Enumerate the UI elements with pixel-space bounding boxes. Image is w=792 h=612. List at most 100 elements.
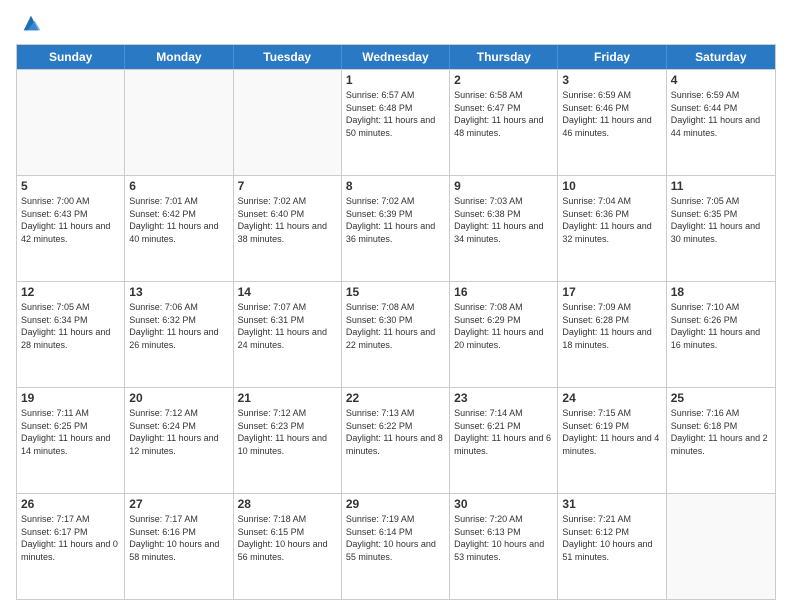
day-info: Sunrise: 7:07 AM Sunset: 6:31 PM Dayligh… <box>238 301 337 351</box>
day-number: 24 <box>562 391 661 405</box>
calendar-cell: 31 Sunrise: 7:21 AM Sunset: 6:12 PM Dayli… <box>558 494 666 599</box>
day-info: Sunrise: 7:00 AM Sunset: 6:43 PM Dayligh… <box>21 195 120 245</box>
day-info: Sunrise: 6:59 AM Sunset: 6:44 PM Dayligh… <box>671 89 771 139</box>
weekday-header: Sunday <box>17 45 125 69</box>
header <box>16 12 776 34</box>
calendar-cell: 16 Sunrise: 7:08 AM Sunset: 6:29 PM Dayli… <box>450 282 558 387</box>
day-number: 10 <box>562 179 661 193</box>
day-number: 26 <box>21 497 120 511</box>
calendar-cell: 26 Sunrise: 7:17 AM Sunset: 6:17 PM Dayli… <box>17 494 125 599</box>
calendar-header: SundayMondayTuesdayWednesdayThursdayFrid… <box>17 45 775 69</box>
calendar-cell <box>17 70 125 175</box>
day-number: 28 <box>238 497 337 511</box>
calendar-cell: 20Sunrise: 7:12 AM Sunset: 6:24 PM Dayli… <box>125 388 233 493</box>
calendar-cell: 6 Sunrise: 7:01 AM Sunset: 6:42 PM Daylig… <box>125 176 233 281</box>
calendar-row: 19 Sunrise: 7:11 AM Sunset: 6:25 PM Dayli… <box>17 387 775 493</box>
calendar-cell <box>234 70 342 175</box>
day-info: Sunrise: 7:17 AM Sunset: 6:16 PM Dayligh… <box>129 513 228 563</box>
day-number: 14 <box>238 285 337 299</box>
calendar-cell <box>667 494 775 599</box>
day-info: Sunrise: 7:04 AM Sunset: 6:36 PM Dayligh… <box>562 195 661 245</box>
day-info: Sunrise: 7:02 AM Sunset: 6:40 PM Dayligh… <box>238 195 337 245</box>
calendar-cell: 30 Sunrise: 7:20 AM Sunset: 6:13 PM Dayli… <box>450 494 558 599</box>
calendar-cell: 29Sunrise: 7:19 AM Sunset: 6:14 PM Dayli… <box>342 494 450 599</box>
calendar-cell: 5 Sunrise: 7:00 AM Sunset: 6:43 PM Daylig… <box>17 176 125 281</box>
day-info: Sunrise: 7:09 AM Sunset: 6:28 PM Dayligh… <box>562 301 661 351</box>
calendar-cell <box>125 70 233 175</box>
calendar-cell: 10 Sunrise: 7:04 AM Sunset: 6:36 PM Dayli… <box>558 176 666 281</box>
calendar-cell: 17 Sunrise: 7:09 AM Sunset: 6:28 PM Dayli… <box>558 282 666 387</box>
calendar-cell: 24 Sunrise: 7:15 AM Sunset: 6:19 PM Dayli… <box>558 388 666 493</box>
calendar-cell: 12Sunrise: 7:05 AM Sunset: 6:34 PM Dayli… <box>17 282 125 387</box>
calendar-cell: 28 Sunrise: 7:18 AM Sunset: 6:15 PM Dayli… <box>234 494 342 599</box>
weekday-header: Wednesday <box>342 45 450 69</box>
day-number: 20 <box>129 391 228 405</box>
day-info: Sunrise: 7:21 AM Sunset: 6:12 PM Dayligh… <box>562 513 661 563</box>
day-info: Sunrise: 7:17 AM Sunset: 6:17 PM Dayligh… <box>21 513 120 563</box>
day-number: 15 <box>346 285 445 299</box>
calendar-cell: 8Sunrise: 7:02 AM Sunset: 6:39 PM Daylig… <box>342 176 450 281</box>
calendar-row: 1 Sunrise: 6:57 AM Sunset: 6:48 PM Daylig… <box>17 69 775 175</box>
day-number: 4 <box>671 73 771 87</box>
logo <box>16 12 42 34</box>
calendar-cell: 21Sunrise: 7:12 AM Sunset: 6:23 PM Dayli… <box>234 388 342 493</box>
day-number: 12 <box>21 285 120 299</box>
day-number: 5 <box>21 179 120 193</box>
day-info: Sunrise: 7:08 AM Sunset: 6:29 PM Dayligh… <box>454 301 553 351</box>
weekday-header: Tuesday <box>234 45 342 69</box>
weekday-header: Friday <box>558 45 666 69</box>
calendar: SundayMondayTuesdayWednesdayThursdayFrid… <box>16 44 776 600</box>
calendar-cell: 27 Sunrise: 7:17 AM Sunset: 6:16 PM Dayli… <box>125 494 233 599</box>
calendar-cell: 25Sunrise: 7:16 AM Sunset: 6:18 PM Dayli… <box>667 388 775 493</box>
calendar-cell: 18 Sunrise: 7:10 AM Sunset: 6:26 PM Dayli… <box>667 282 775 387</box>
day-info: Sunrise: 7:20 AM Sunset: 6:13 PM Dayligh… <box>454 513 553 563</box>
day-info: Sunrise: 7:14 AM Sunset: 6:21 PM Dayligh… <box>454 407 553 457</box>
day-info: Sunrise: 6:57 AM Sunset: 6:48 PM Dayligh… <box>346 89 445 139</box>
day-number: 27 <box>129 497 228 511</box>
day-info: Sunrise: 7:03 AM Sunset: 6:38 PM Dayligh… <box>454 195 553 245</box>
day-number: 31 <box>562 497 661 511</box>
day-number: 21 <box>238 391 337 405</box>
day-number: 3 <box>562 73 661 87</box>
calendar-row: 5 Sunrise: 7:00 AM Sunset: 6:43 PM Daylig… <box>17 175 775 281</box>
day-number: 11 <box>671 179 771 193</box>
logo-icon <box>20 12 42 34</box>
day-info: Sunrise: 7:01 AM Sunset: 6:42 PM Dayligh… <box>129 195 228 245</box>
calendar-cell: 7 Sunrise: 7:02 AM Sunset: 6:40 PM Daylig… <box>234 176 342 281</box>
day-number: 1 <box>346 73 445 87</box>
calendar-cell: 19 Sunrise: 7:11 AM Sunset: 6:25 PM Dayli… <box>17 388 125 493</box>
day-info: Sunrise: 7:13 AM Sunset: 6:22 PM Dayligh… <box>346 407 445 457</box>
day-info: Sunrise: 7:11 AM Sunset: 6:25 PM Dayligh… <box>21 407 120 457</box>
day-info: Sunrise: 7:05 AM Sunset: 6:35 PM Dayligh… <box>671 195 771 245</box>
day-number: 19 <box>21 391 120 405</box>
day-info: Sunrise: 7:08 AM Sunset: 6:30 PM Dayligh… <box>346 301 445 351</box>
day-number: 30 <box>454 497 553 511</box>
day-number: 17 <box>562 285 661 299</box>
day-info: Sunrise: 7:18 AM Sunset: 6:15 PM Dayligh… <box>238 513 337 563</box>
page: SundayMondayTuesdayWednesdayThursdayFrid… <box>0 0 792 612</box>
calendar-cell: 13Sunrise: 7:06 AM Sunset: 6:32 PM Dayli… <box>125 282 233 387</box>
calendar-row: 12Sunrise: 7:05 AM Sunset: 6:34 PM Dayli… <box>17 281 775 387</box>
day-number: 9 <box>454 179 553 193</box>
weekday-header: Saturday <box>667 45 775 69</box>
day-info: Sunrise: 7:15 AM Sunset: 6:19 PM Dayligh… <box>562 407 661 457</box>
day-info: Sunrise: 7:10 AM Sunset: 6:26 PM Dayligh… <box>671 301 771 351</box>
day-number: 7 <box>238 179 337 193</box>
calendar-cell: 2Sunrise: 6:58 AM Sunset: 6:47 PM Daylig… <box>450 70 558 175</box>
calendar-cell: 15 Sunrise: 7:08 AM Sunset: 6:30 PM Dayli… <box>342 282 450 387</box>
day-info: Sunrise: 6:58 AM Sunset: 6:47 PM Dayligh… <box>454 89 553 139</box>
calendar-cell: 23 Sunrise: 7:14 AM Sunset: 6:21 PM Dayli… <box>450 388 558 493</box>
weekday-header: Monday <box>125 45 233 69</box>
calendar-cell: 9 Sunrise: 7:03 AM Sunset: 6:38 PM Daylig… <box>450 176 558 281</box>
day-number: 8 <box>346 179 445 193</box>
day-number: 16 <box>454 285 553 299</box>
day-info: Sunrise: 7:06 AM Sunset: 6:32 PM Dayligh… <box>129 301 228 351</box>
day-number: 23 <box>454 391 553 405</box>
day-number: 6 <box>129 179 228 193</box>
day-info: Sunrise: 7:16 AM Sunset: 6:18 PM Dayligh… <box>671 407 771 457</box>
day-info: Sunrise: 6:59 AM Sunset: 6:46 PM Dayligh… <box>562 89 661 139</box>
calendar-row: 26 Sunrise: 7:17 AM Sunset: 6:17 PM Dayli… <box>17 493 775 599</box>
calendar-cell: 4 Sunrise: 6:59 AM Sunset: 6:44 PM Daylig… <box>667 70 775 175</box>
day-number: 18 <box>671 285 771 299</box>
day-info: Sunrise: 7:19 AM Sunset: 6:14 PM Dayligh… <box>346 513 445 563</box>
